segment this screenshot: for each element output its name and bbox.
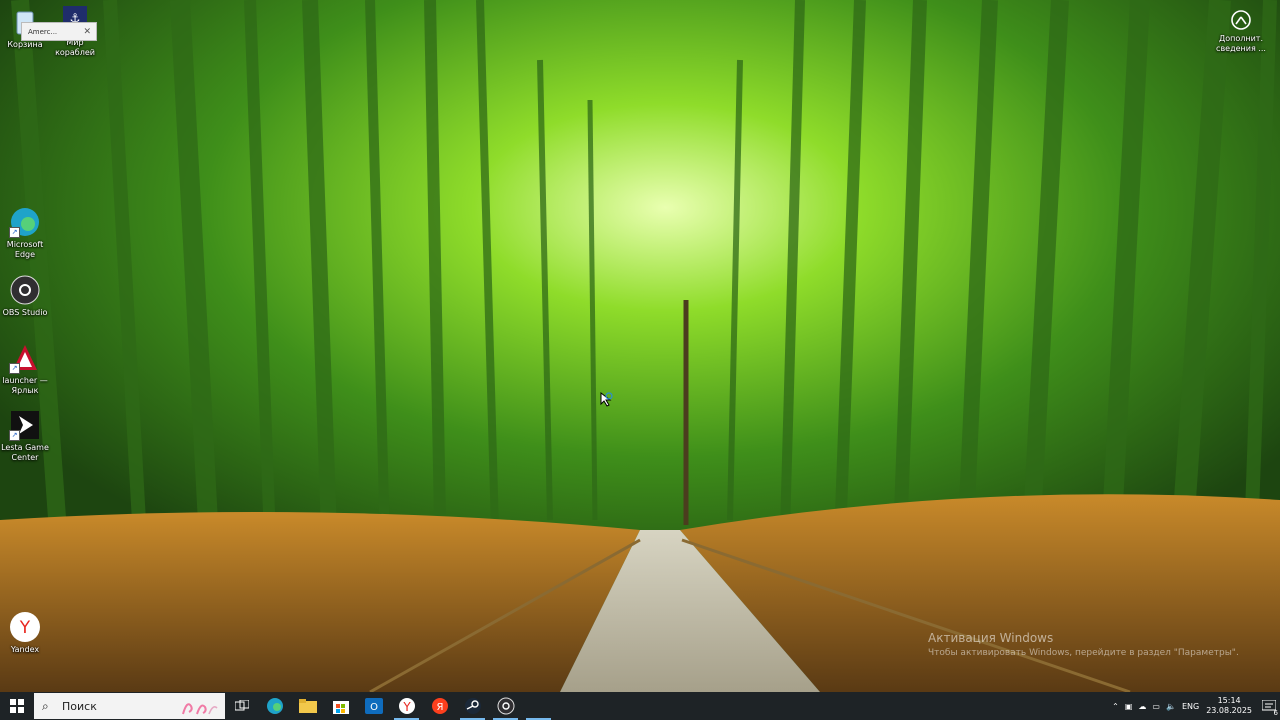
search-icon: ⌕ bbox=[42, 698, 49, 713]
taskbar-preview-tooltip[interactable]: Amerc... ✕ bbox=[21, 22, 97, 41]
yandex-browser-icon: Y bbox=[398, 698, 415, 714]
tray-app-icon[interactable]: ▣ bbox=[1125, 702, 1133, 711]
desktop-wallpaper bbox=[0, 0, 1280, 692]
activation-watermark-subtitle: Чтобы активировать Windows, перейдите в … bbox=[928, 648, 1239, 658]
taskbar-app-outlook[interactable]: O bbox=[357, 692, 390, 720]
obs-icon bbox=[497, 697, 514, 715]
yandex-icon: Y bbox=[9, 611, 41, 643]
launcher-icon: ↗ bbox=[9, 342, 41, 374]
task-view-icon bbox=[234, 700, 249, 711]
clock-time: 15:14 bbox=[1217, 696, 1241, 705]
network-icon[interactable]: ▭ bbox=[1152, 702, 1160, 711]
windows-logo-icon bbox=[9, 699, 24, 713]
notification-count-badge: 6 bbox=[1273, 709, 1278, 717]
desktop-icon-obs-studio[interactable]: OBS Studio bbox=[0, 274, 50, 318]
desktop-icon-lesta-game-center[interactable]: ↗ Lesta Game Center bbox=[0, 409, 50, 463]
taskbar-app-yandex[interactable]: Я bbox=[423, 692, 456, 720]
folder-icon bbox=[298, 699, 317, 713]
desktop-icon-label: Yandex bbox=[10, 645, 40, 654]
search-placeholder: Поиск bbox=[62, 699, 97, 713]
show-hidden-icons-chevron-icon[interactable]: ⌃ bbox=[1112, 702, 1119, 711]
outlook-icon: O bbox=[364, 698, 383, 714]
taskbar-app-edge[interactable] bbox=[258, 692, 291, 720]
taskbar: ⌕ Поиск O Y Я ⌃ ▣ ☁ ▭ 🔈 ENG 15:14 23.08.… bbox=[0, 692, 1280, 720]
activation-watermark-title: Активация Windows bbox=[928, 631, 1054, 645]
desktop-icon-additional-info[interactable]: Дополнит. сведения ... bbox=[1215, 8, 1267, 54]
cloud-icon[interactable]: ☁ bbox=[1138, 702, 1146, 711]
desktop-icon-label: Мир кораблей bbox=[55, 38, 95, 57]
taskbar-app-steam[interactable] bbox=[456, 692, 489, 720]
desktop-icon-label: Дополнит. сведения ... bbox=[1216, 34, 1266, 53]
steam-icon bbox=[464, 698, 481, 714]
taskbar-app-store[interactable] bbox=[324, 692, 357, 720]
tooltip-label: Amerc... bbox=[28, 28, 58, 36]
desktop-icon-label: launcher — Ярлык bbox=[2, 376, 48, 395]
start-button[interactable] bbox=[0, 692, 33, 720]
shortcut-arrow-icon: ↗ bbox=[9, 363, 20, 374]
svg-text:Y: Y bbox=[402, 700, 411, 714]
keyboard-language[interactable]: ENG bbox=[1182, 702, 1199, 711]
shortcut-arrow-icon: ↗ bbox=[9, 430, 20, 441]
yandex-icon: Я bbox=[431, 698, 448, 714]
notification-center-button[interactable]: 6 bbox=[1258, 692, 1280, 720]
flamingo-doodle-icon bbox=[182, 703, 218, 715]
desktop-icon-label: Microsoft Edge bbox=[6, 240, 44, 259]
clock-date: 23.08.2025 bbox=[1206, 706, 1252, 715]
task-view-button[interactable] bbox=[225, 692, 258, 720]
lesta-icon: ↗ bbox=[9, 409, 41, 441]
store-icon bbox=[332, 701, 349, 714]
info-icon bbox=[1229, 8, 1253, 32]
close-icon[interactable]: ✕ bbox=[83, 23, 91, 42]
svg-text:Я: Я bbox=[436, 702, 443, 713]
taskbar-app-empty[interactable] bbox=[522, 692, 555, 720]
edge-icon: ↗ bbox=[9, 206, 41, 238]
desktop-icon-microsoft-edge[interactable]: ↗ Microsoft Edge bbox=[0, 206, 50, 260]
desktop-icon-launcher[interactable]: ↗ launcher — Ярлык bbox=[0, 342, 50, 396]
taskbar-app-obs[interactable] bbox=[489, 692, 522, 720]
shortcut-arrow-icon: ↗ bbox=[9, 227, 20, 238]
desktop-icon-label: OBS Studio bbox=[2, 308, 48, 317]
svg-text:O: O bbox=[370, 702, 378, 713]
obs-icon bbox=[9, 274, 41, 306]
taskbar-search-box[interactable]: ⌕ Поиск bbox=[34, 693, 225, 719]
desktop-icon-label: Lesta Game Center bbox=[1, 443, 49, 462]
taskbar-app-file-explorer[interactable] bbox=[291, 692, 324, 720]
svg-text:Y: Y bbox=[19, 618, 31, 638]
volume-icon[interactable]: 🔈 bbox=[1166, 702, 1176, 711]
taskbar-app-yandex-browser[interactable]: Y bbox=[390, 692, 423, 720]
system-tray: ⌃ ▣ ☁ ▭ 🔈 ENG 15:14 23.08.2025 6 bbox=[1109, 692, 1280, 720]
desktop-icon-yandex[interactable]: Y Yandex bbox=[0, 611, 50, 655]
taskbar-clock[interactable]: 15:14 23.08.2025 bbox=[1206, 696, 1252, 716]
mouse-cursor-icon bbox=[600, 392, 613, 407]
edge-icon bbox=[266, 698, 283, 714]
